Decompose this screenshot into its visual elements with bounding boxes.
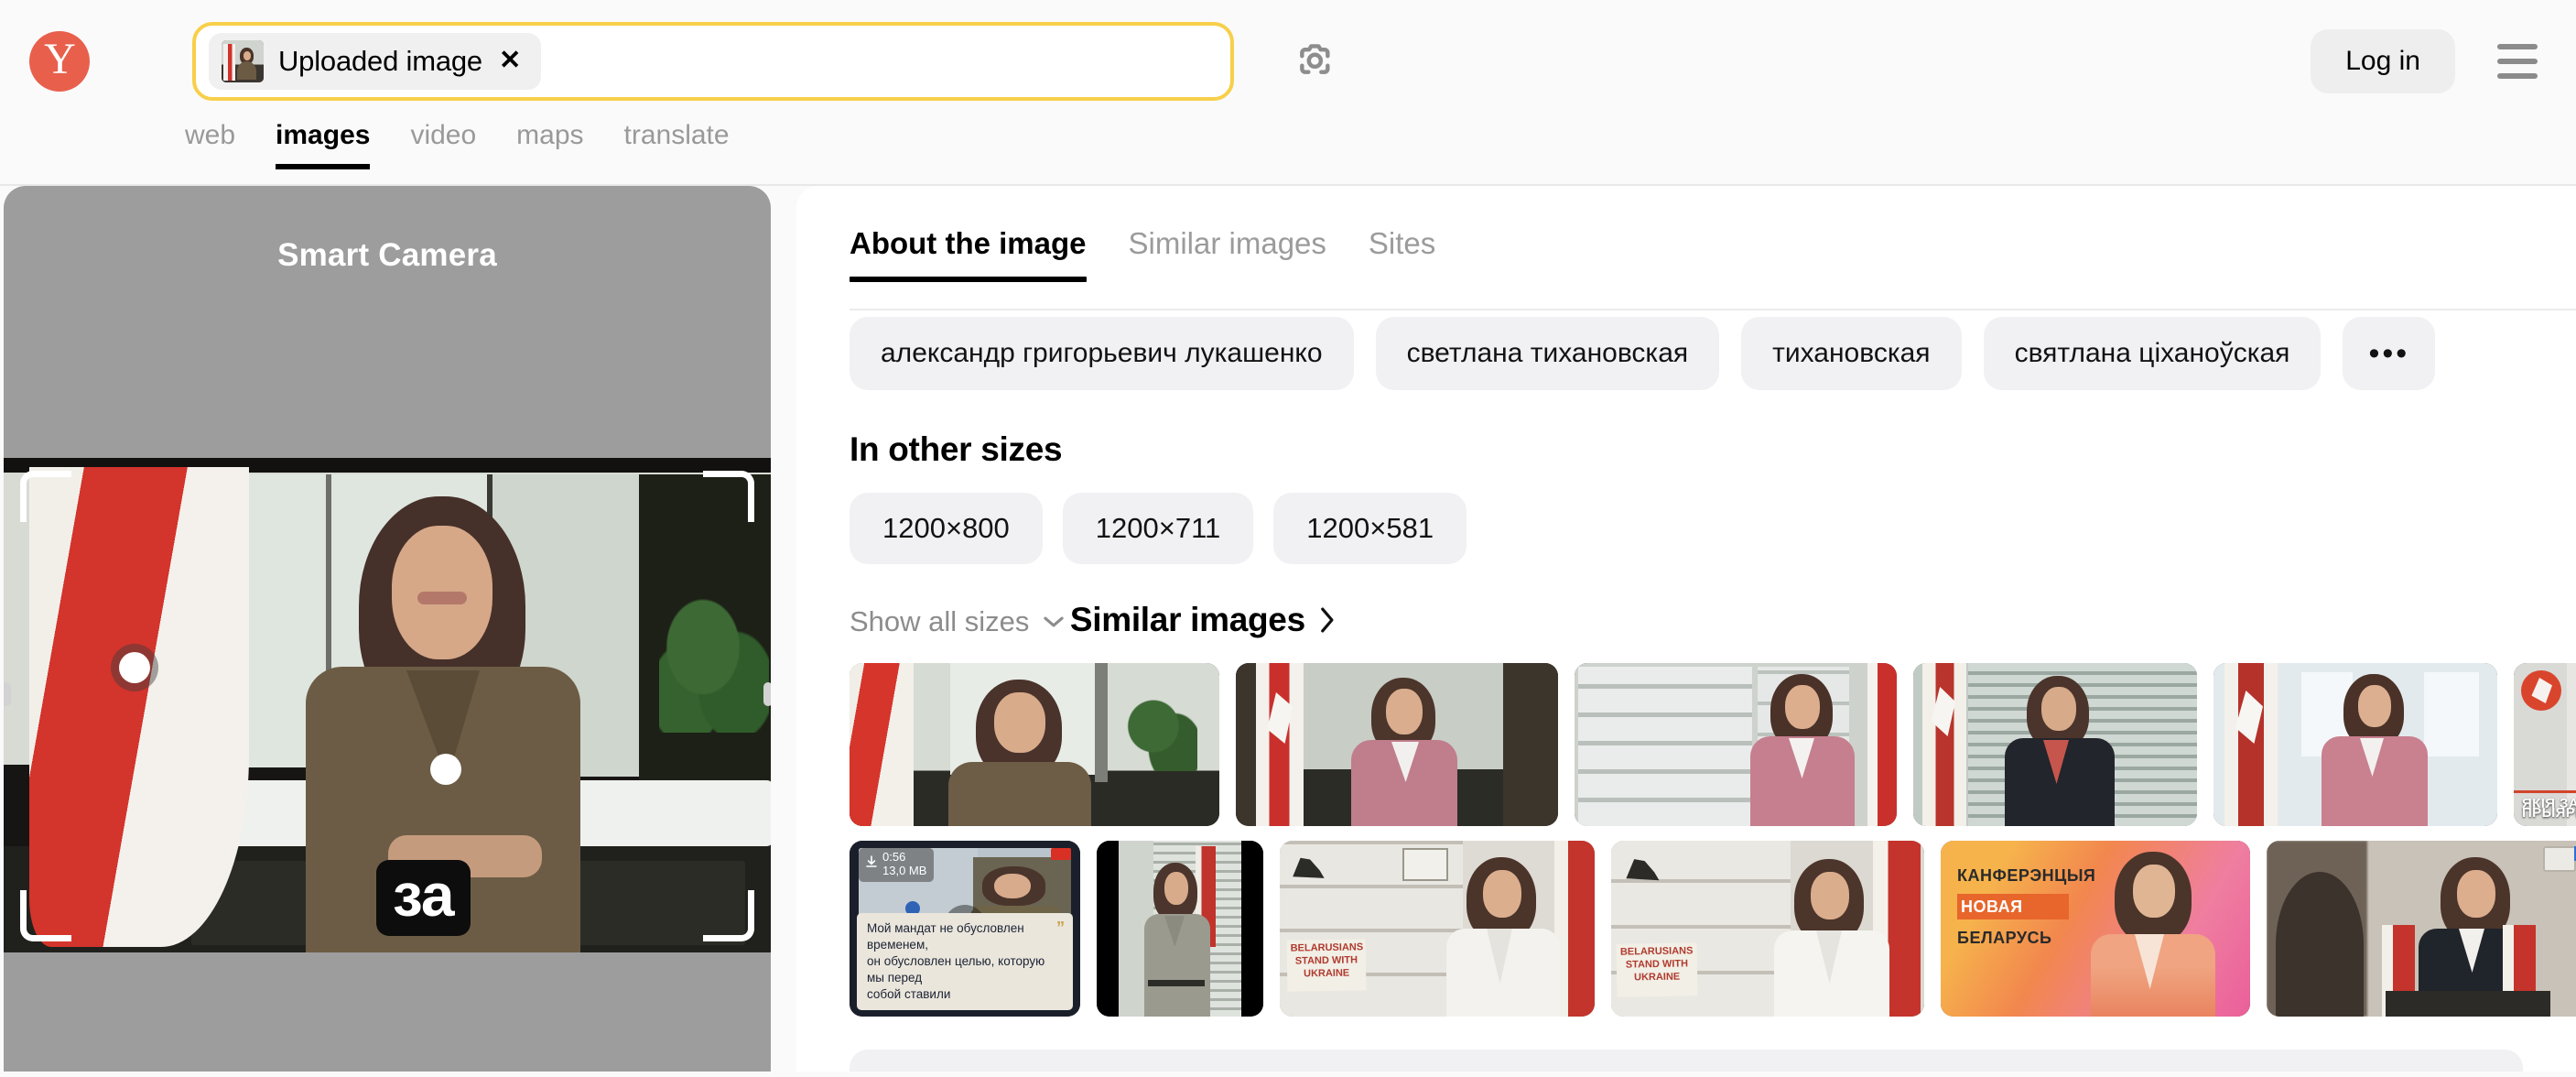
uploaded-image-thumbnail — [222, 39, 264, 82]
chevron-down-icon — [1044, 616, 1065, 627]
sign-line-3: UKRAINE — [1303, 967, 1350, 979]
details-tabs: About the image Similar images Sites — [850, 186, 2576, 282]
sign-line-2: STAND WITH — [1625, 958, 1689, 971]
viewer-title: Smart Camera — [277, 237, 497, 273]
smart-camera-viewer[interactable]: Smart Camera за — [4, 186, 771, 1072]
uploaded-image-stage[interactable]: за — [4, 458, 771, 952]
quote-line-3: собой ставили — [867, 986, 951, 1001]
video-size: 13,0 МВ — [882, 863, 927, 877]
similar-image-thumb[interactable] — [1097, 841, 1263, 1017]
similar-image-thumb[interactable]: BELARUSIANS STAND WITH UKRAINE — [1280, 841, 1595, 1017]
similar-image-thumb[interactable] — [2213, 663, 2497, 826]
show-all-sizes-label: Show all sizes — [850, 605, 1030, 637]
similar-image-thumb-poster[interactable]: КАНФЕРЭНЦЫЯ НОВАЯ БЕЛАРУСЬ — [1941, 841, 2250, 1017]
related-query-chip[interactable]: светлана тихановская — [1375, 317, 1720, 390]
quote-line-1: Мой мандат не обусловлен временем, — [867, 920, 1024, 952]
page-body: Smart Camera за About the image Similar … — [0, 186, 2576, 1072]
nav-tab-video[interactable]: video — [410, 122, 476, 169]
service-nav-tabs: web images video maps translate — [0, 122, 2576, 184]
search-input[interactable] — [541, 33, 1218, 89]
quote-mark-icon: ” — [1056, 918, 1065, 937]
nav-tab-translate[interactable]: translate — [624, 122, 730, 169]
video-meta-badge: 0:56 13,0 МВ — [859, 848, 935, 882]
similar-image-thumb[interactable] — [1236, 663, 1558, 826]
burger-line — [2497, 58, 2538, 64]
details-tabs-divider — [850, 309, 2576, 310]
size-option[interactable]: 1200×800 — [850, 493, 1043, 564]
thumb-overlay-line2: ПРЫЯРЫТЭТЫ? — [2522, 805, 2576, 821]
uploaded-image: за — [4, 458, 771, 952]
similar-image-thumb[interactable] — [2267, 841, 2576, 1017]
size-option[interactable]: 1200×581 — [1273, 493, 1467, 564]
download-icon — [866, 855, 877, 867]
object-marker-flag[interactable] — [119, 652, 150, 683]
show-all-sizes-button[interactable]: Show all sizes — [850, 605, 1066, 638]
other-sizes-title: In other sizes — [850, 430, 1063, 468]
image-overlay-caption: за — [376, 859, 471, 936]
tab-similar-images[interactable]: Similar images — [1129, 228, 1326, 282]
ukraine-sign: BELARUSIANS STAND WITH UKRAINE — [1286, 939, 1367, 992]
similar-images-title: Similar images — [1069, 601, 1305, 638]
nav-tab-maps[interactable]: maps — [516, 122, 583, 169]
related-query-chip[interactable]: александр григорьевич лукашенко — [850, 317, 1354, 390]
tab-sites[interactable]: Sites — [1369, 228, 1435, 282]
object-marker-jacket[interactable] — [430, 754, 461, 785]
poster-line-2: НОВАЯ — [1961, 898, 2023, 916]
nav-tab-images[interactable]: images — [276, 122, 371, 169]
sign-line-3: UKRAINE — [1633, 971, 1681, 983]
sign-line-2: STAND WITH — [1294, 954, 1358, 967]
remove-uploaded-image-icon[interactable]: ✕ — [499, 48, 521, 74]
app-header: Y Uploaded image ✕ Log in — [0, 0, 2576, 122]
similar-image-thumb[interactable]: ЯКІЯ ЗАРАЗ ПРЫЯРЫТЭТЫ? — [2514, 663, 2576, 826]
hamburger-menu-icon[interactable] — [2497, 43, 2541, 79]
similar-images-row: ЯКІЯ ЗАРАЗ ПРЫЯРЫТЭТЫ? — [850, 663, 2576, 826]
chevron-right-icon — [1321, 607, 1334, 633]
quote-line-2: он обусловлен целью, которую мы перед — [867, 953, 1045, 985]
similar-image-thumb[interactable] — [1913, 663, 2197, 826]
similar-images-row: 0:56 13,0 МВ @youtube_by ” Мой мандат не… — [850, 841, 2576, 1017]
image-details-card: About the image Similar images Sites але… — [796, 186, 2576, 1072]
poster-line-1: КАНФЕРЭНЦЫЯ — [1957, 866, 2096, 885]
uploaded-image-label: Uploaded image — [278, 44, 482, 77]
poster-line-3: БЕЛАРУСЬ — [1957, 929, 2052, 947]
crop-handle-right[interactable] — [763, 682, 771, 706]
uploaded-image-chip[interactable]: Uploaded image ✕ — [209, 32, 542, 90]
login-button[interactable]: Log in — [2311, 28, 2455, 93]
similar-image-thumb[interactable] — [850, 663, 1219, 826]
other-sizes-list: 1200×800 1200×711 1200×581 — [850, 493, 2576, 564]
header-actions: Log in — [2311, 28, 2541, 93]
logo-glyph: Y — [44, 34, 76, 83]
ukraine-sign: BELARUSIANS STAND WITH UKRAINE — [1616, 942, 1698, 997]
camera-glyph — [1300, 43, 1330, 74]
nav-tab-web[interactable]: web — [185, 122, 235, 169]
sign-line-1: BELARUSIANS — [1290, 941, 1364, 954]
similar-images-header[interactable]: Similar images — [1070, 601, 1337, 639]
video-quote-caption: ” Мой мандат не обусловлен временем, он … — [857, 912, 1073, 1010]
related-queries: александр григорьевич лукашенко светлана… — [850, 317, 2576, 390]
next-section-peek — [850, 1050, 2576, 1072]
related-query-chip[interactable]: святлана ціханоўская — [1983, 317, 2322, 390]
more-queries-button[interactable]: ••• — [2343, 317, 2436, 390]
tab-about-the-image[interactable]: About the image — [850, 228, 1087, 282]
smart-camera-icon[interactable] — [1291, 33, 1348, 90]
source-badge-icon — [1051, 848, 1071, 860]
burger-line — [2497, 72, 2538, 79]
size-option[interactable]: 1200×711 — [1062, 493, 1254, 564]
similar-image-thumb[interactable] — [1575, 663, 1897, 826]
search-bar[interactable]: Uploaded image ✕ — [192, 21, 1234, 101]
similar-image-thumb-video[interactable]: 0:56 13,0 МВ @youtube_by ” Мой мандат не… — [850, 841, 1080, 1017]
burger-line — [2497, 43, 2538, 49]
yandex-logo[interactable]: Y — [29, 30, 90, 92]
similar-image-thumb[interactable]: BELARUSIANS STAND WITH UKRAINE — [1611, 841, 1924, 1017]
sign-line-1: BELARUSIANS — [1619, 945, 1694, 958]
video-duration: 0:56 — [882, 850, 906, 864]
related-query-chip[interactable]: тихановская — [1741, 317, 1962, 390]
next-section-card[interactable] — [850, 1050, 2523, 1072]
crop-handle-left[interactable] — [4, 682, 11, 706]
